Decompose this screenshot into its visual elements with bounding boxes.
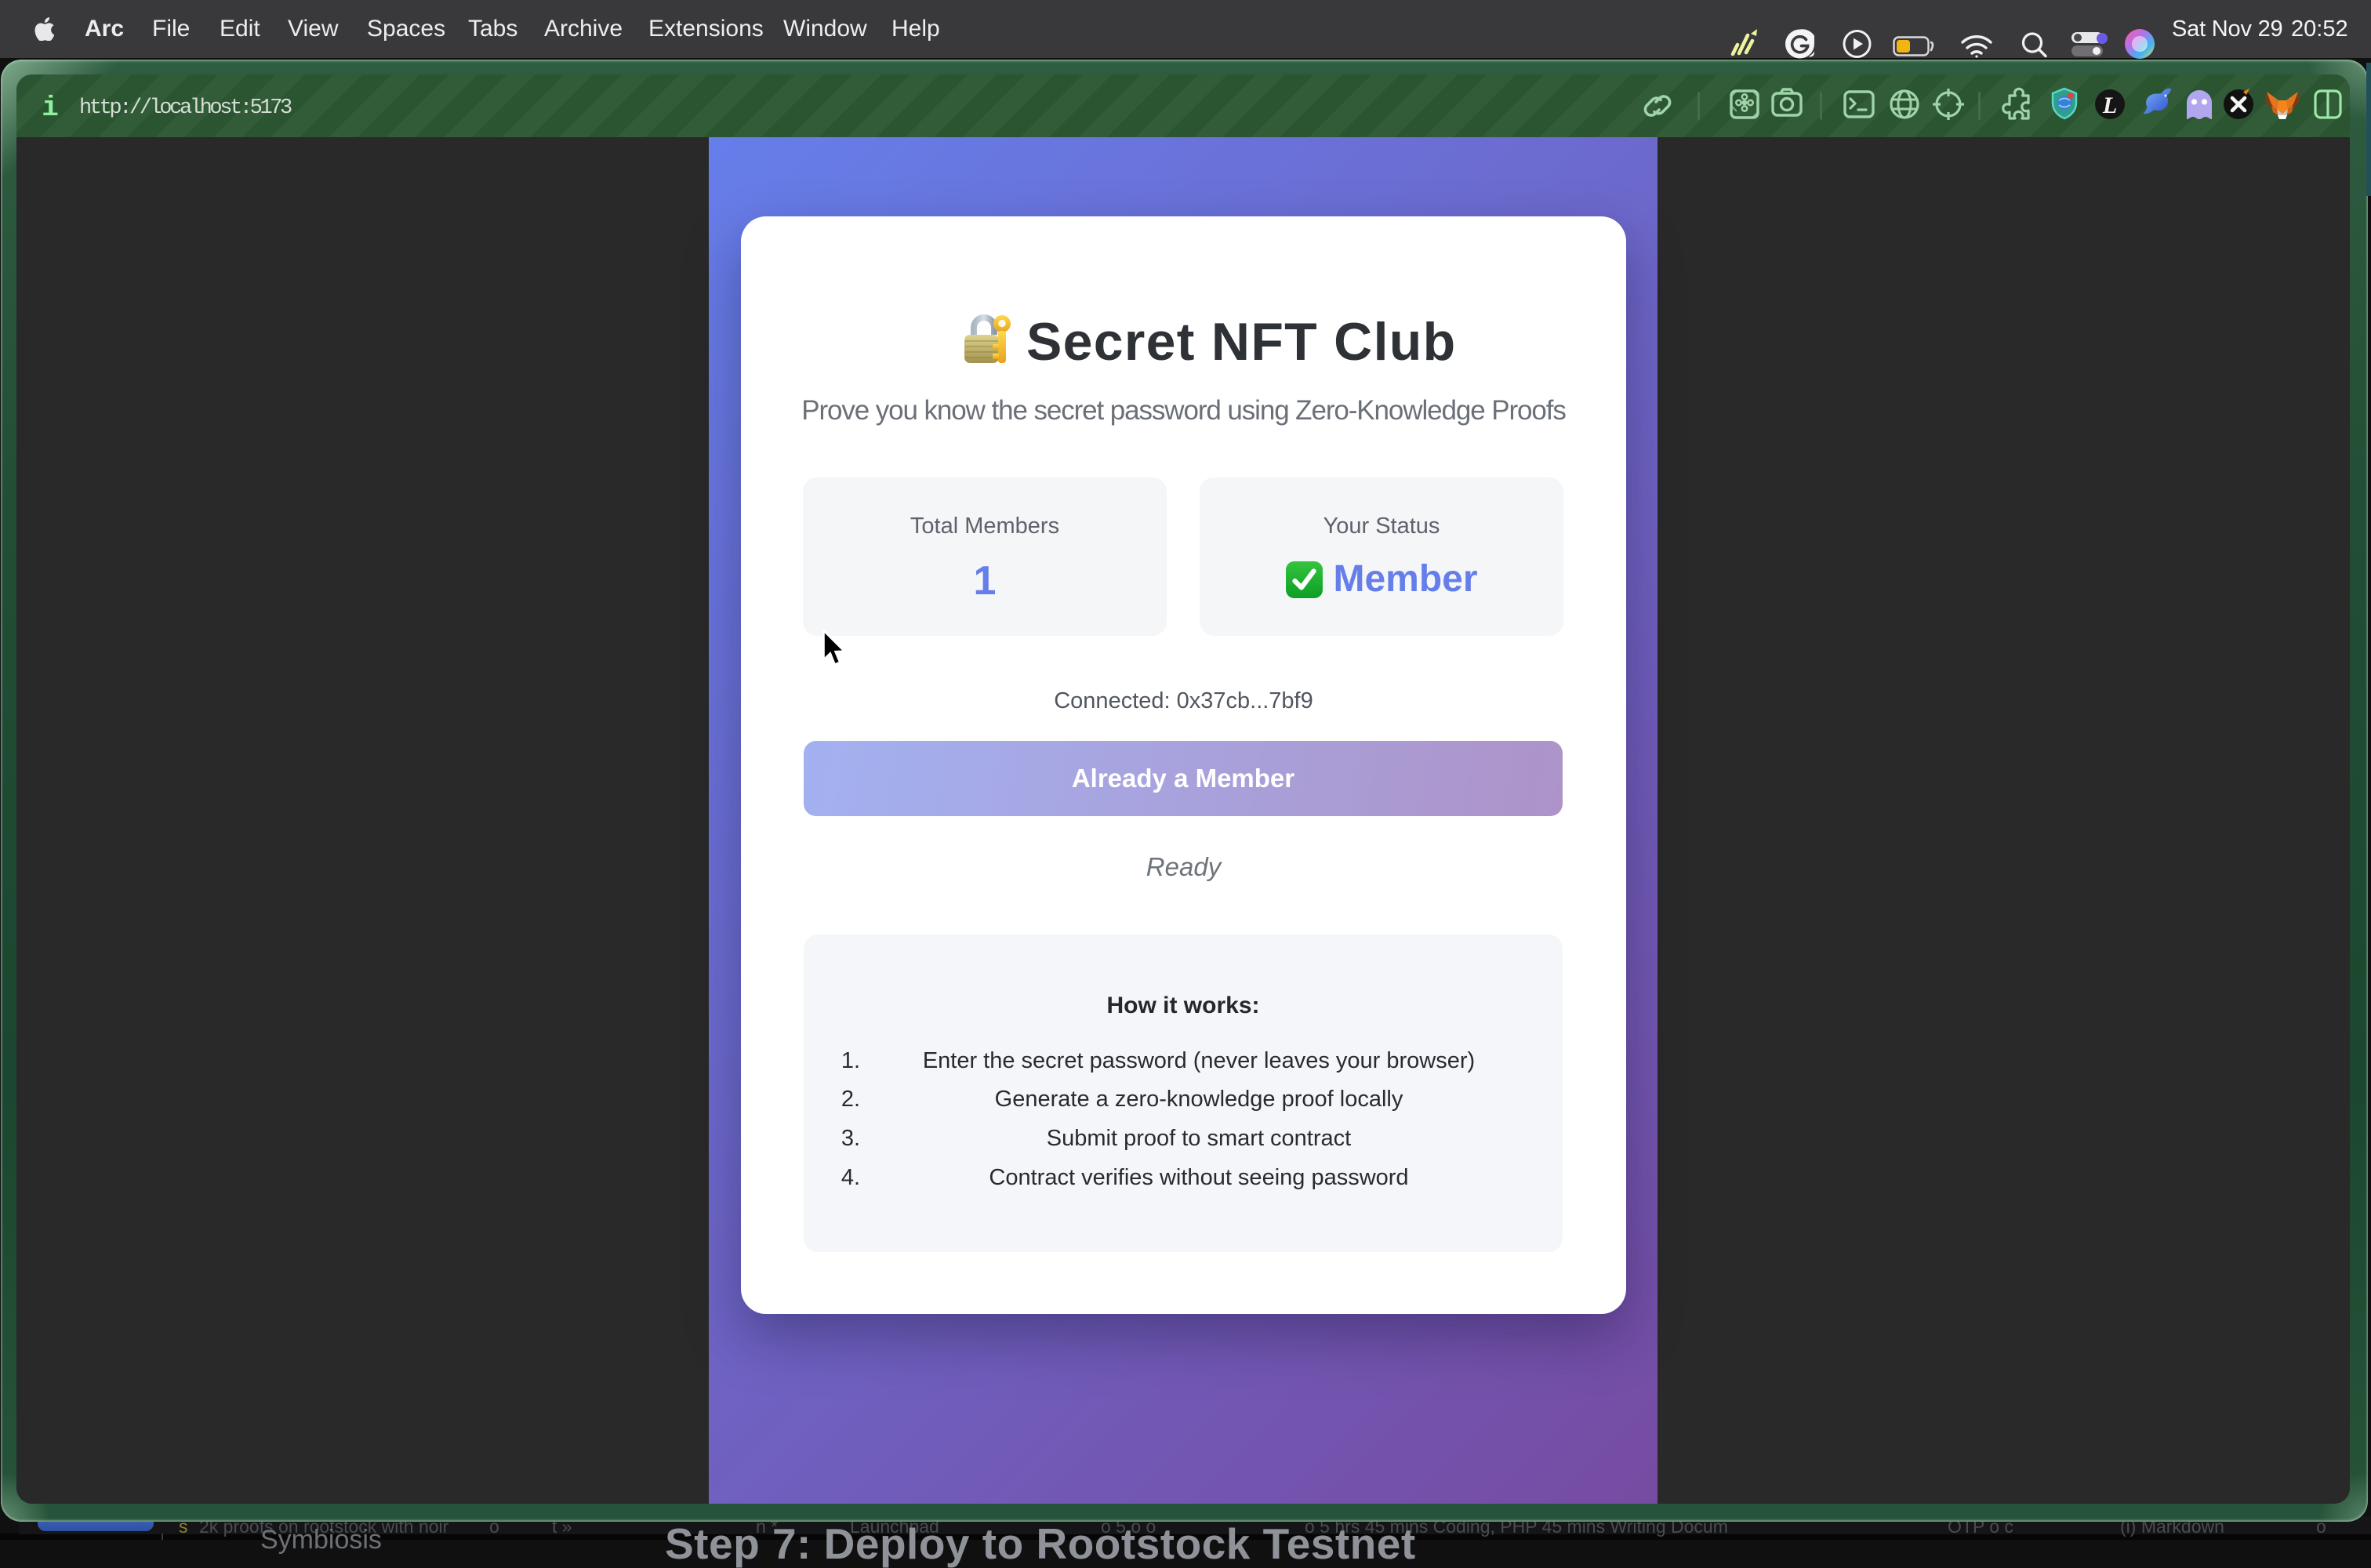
svg-text:L: L [2102,93,2117,118]
